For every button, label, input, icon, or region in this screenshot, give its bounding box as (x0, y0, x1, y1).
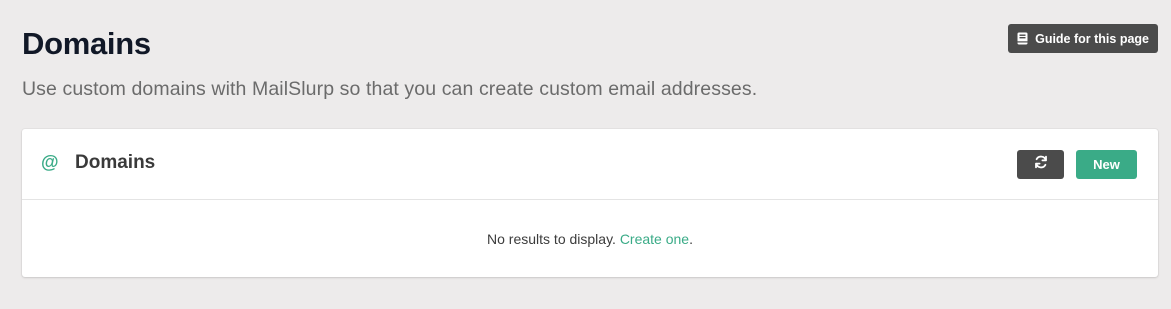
page-subtitle: Use custom domains with MailSlurp so tha… (22, 78, 758, 100)
refresh-button[interactable] (1017, 150, 1064, 179)
refresh-icon (1034, 155, 1048, 174)
empty-state-text: No results to display. (487, 231, 620, 247)
empty-state-suffix: . (689, 231, 693, 247)
at-sign-icon: @ (41, 152, 59, 172)
create-one-link[interactable]: Create one (620, 231, 689, 247)
new-domain-button[interactable]: New (1076, 150, 1137, 179)
guide-button[interactable]: Guide for this page (1008, 24, 1158, 53)
guide-button-label: Guide for this page (1035, 31, 1149, 46)
page-header: Domains Use custom domains with MailSlur… (22, 24, 1158, 100)
card-title: Domains (75, 152, 156, 173)
domains-card: @ Domains New No results to display. Cre… (22, 129, 1158, 277)
page-title: Domains (22, 26, 151, 61)
book-icon (1017, 32, 1028, 45)
empty-state: No results to display. Create one. (22, 230, 1158, 248)
card-header: @ Domains New (22, 129, 1158, 200)
